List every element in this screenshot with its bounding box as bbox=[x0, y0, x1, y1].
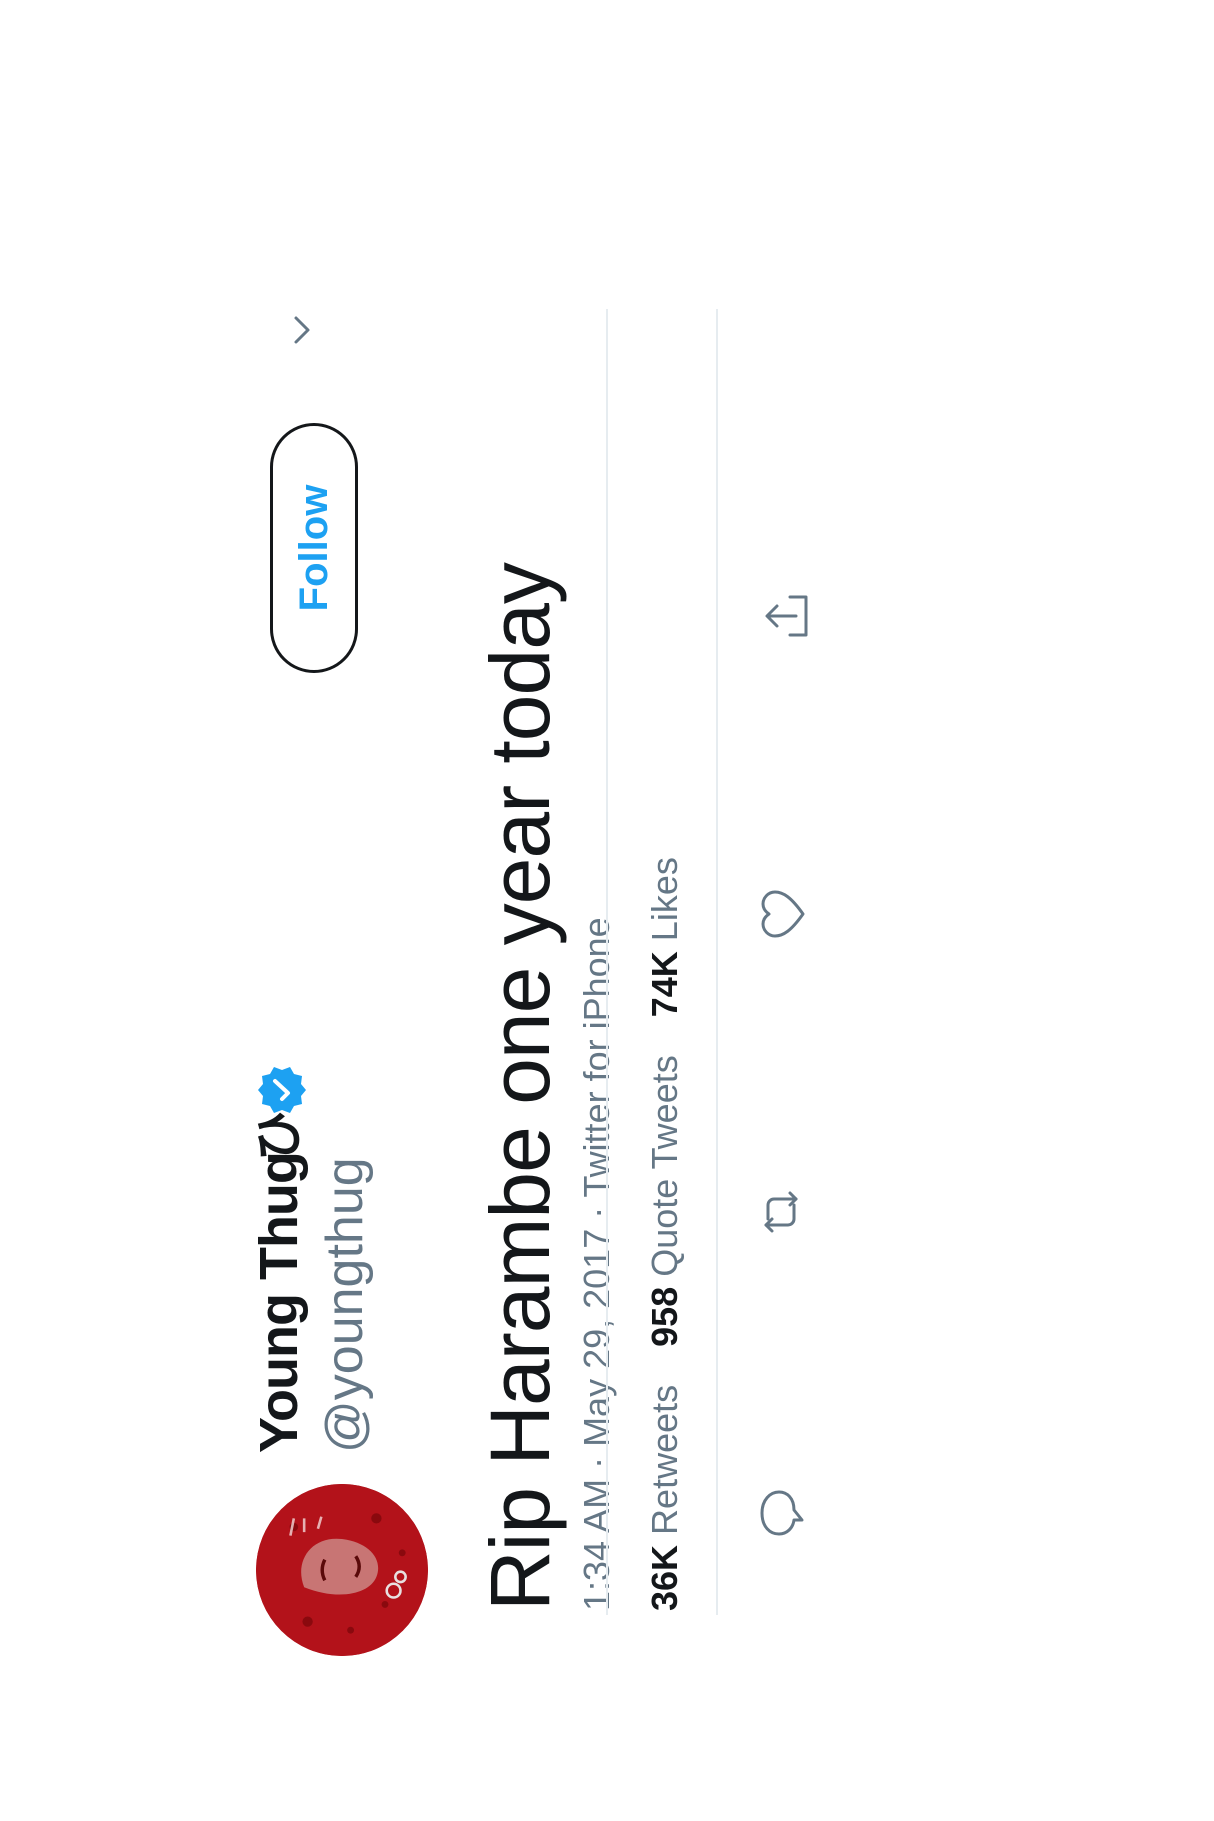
follow-button[interactable]: Follow bbox=[270, 423, 358, 673]
quote-tweets-count: 958 bbox=[644, 1286, 685, 1347]
retweets-label: Retweets bbox=[644, 1384, 685, 1535]
retweet-icon[interactable] bbox=[754, 1185, 808, 1239]
share-icon[interactable] bbox=[760, 589, 814, 643]
quote-tweets-label: Quote Tweets bbox=[644, 1055, 685, 1277]
avatar[interactable] bbox=[256, 1484, 428, 1656]
verified-badge-icon bbox=[256, 1065, 306, 1115]
likes-label: Likes bbox=[644, 857, 685, 942]
likes-count: 74K bbox=[644, 951, 685, 1018]
heart-icon[interactable] bbox=[757, 887, 811, 941]
tweet-stats: 36K Retweets 958 Quote Tweets 74K Likes bbox=[638, 829, 692, 1611]
retweets-stat[interactable]: 36K Retweets bbox=[644, 1385, 685, 1611]
tweet-timestamp[interactable]: 1:34 AM · May 29, 2017 · Twitter for iPh… bbox=[570, 917, 624, 1611]
tweet-detail-view: Young Thug ひ @youngthug Follow Rip Haram… bbox=[0, 0, 1214, 1821]
author-name-emoji: ひ bbox=[251, 1111, 307, 1161]
author-display-name[interactable]: Young Thug bbox=[248, 1152, 310, 1453]
tweet-text: Rip Harambe one year today bbox=[473, 563, 567, 1611]
author-handle[interactable]: @youngthug bbox=[314, 1157, 376, 1453]
divider bbox=[716, 309, 718, 1615]
likes-stat[interactable]: 74K Likes bbox=[644, 857, 685, 1017]
quote-tweets-stat[interactable]: 958 Quote Tweets bbox=[644, 1055, 685, 1347]
chevron-down-icon[interactable] bbox=[282, 310, 322, 350]
reply-icon[interactable] bbox=[754, 1486, 808, 1540]
divider bbox=[606, 309, 608, 1615]
avatar-image bbox=[256, 1484, 428, 1656]
retweets-count: 36K bbox=[644, 1544, 685, 1611]
